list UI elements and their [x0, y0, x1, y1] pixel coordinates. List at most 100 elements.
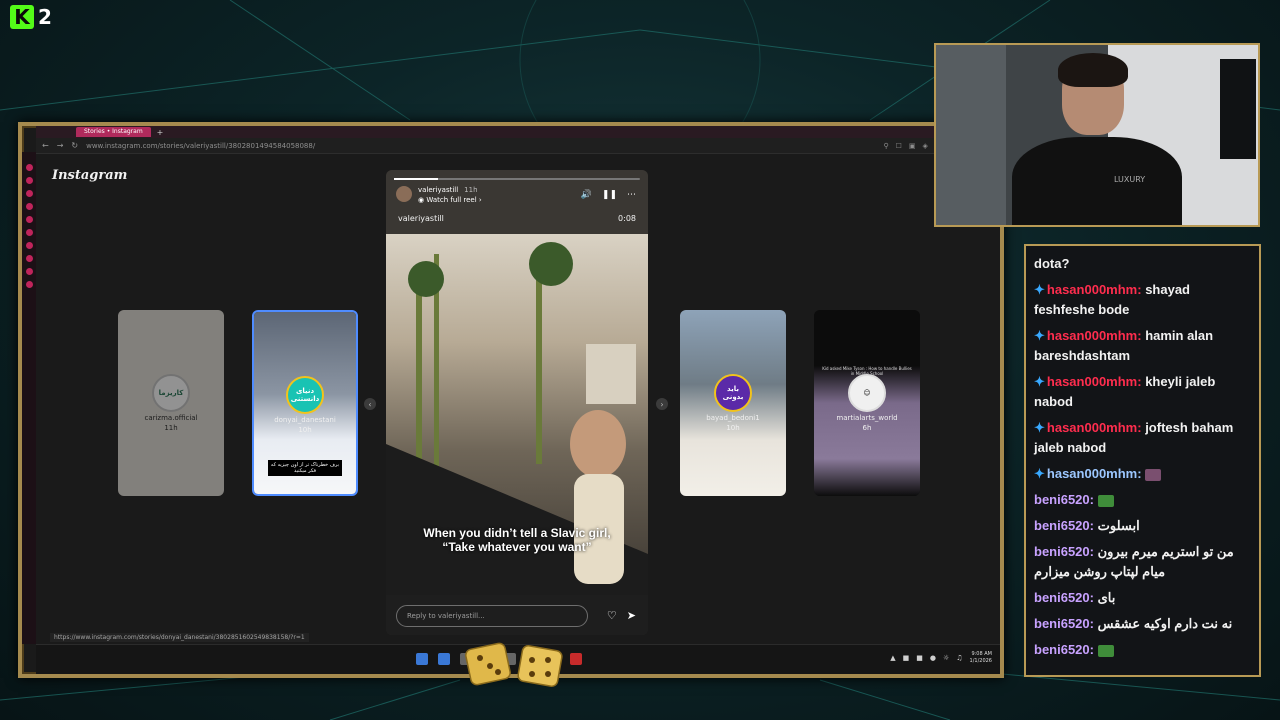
story-card[interactable]: کاریزما carizma.official 11h	[118, 310, 224, 496]
chat-username[interactable]: beni6520:	[1034, 616, 1094, 631]
sidebar-icon[interactable]	[25, 281, 33, 288]
story-caption: برف خطرناک تر از اون چیزیه که فکر میکنید	[268, 460, 342, 476]
more-options-icon[interactable]: ⋯	[627, 190, 636, 200]
emote-icon	[1097, 644, 1114, 657]
sidebar-icon[interactable]	[25, 268, 33, 275]
chat-username[interactable]: hasan000mhm:	[1047, 328, 1142, 343]
chat-message: beni6520: بای	[1034, 588, 1251, 608]
chat-username[interactable]: beni6520:	[1034, 518, 1094, 533]
wifi-icon[interactable]: ☼	[943, 654, 949, 662]
screenshot-icon[interactable]: ▣	[909, 142, 916, 150]
moderator-sword-icon: ✦	[1034, 374, 1045, 389]
like-heart-icon[interactable]: ♡	[607, 609, 617, 622]
volume-icon[interactable]: 🔊	[581, 190, 592, 200]
reply-input[interactable]: Reply to valeriyastill...	[396, 605, 588, 627]
shield-icon[interactable]: ◈	[923, 142, 928, 150]
chat-message: ✦ hasan000mhm: shayad feshfeshe bode	[1034, 280, 1251, 320]
story-caption-line-1: When you didn’t tell a Slavic girl,	[423, 526, 611, 540]
new-tab-button[interactable]: +	[157, 128, 164, 137]
taskbar-clock[interactable]: 9:08 AM 1/1/2026	[970, 651, 992, 665]
story-progress-fill	[394, 178, 439, 180]
sidebar-icon[interactable]	[25, 190, 33, 197]
shirt-text: LUXURY	[1114, 175, 1146, 184]
address-bar: ← → ↻ www.instagram.com/stories/valeriya…	[36, 138, 1000, 154]
story-video-caption: When you didn’t tell a Slavic girl, “Tak…	[396, 526, 638, 554]
kick-k-icon: K	[10, 5, 34, 29]
chat-panel: dota? ✦ hasan000mhm: shayad feshfeshe bod…	[1024, 244, 1261, 677]
chat-text: بای	[1097, 590, 1116, 605]
previous-story-icon[interactable]: ‹	[364, 398, 376, 410]
story-time: 11h	[164, 424, 178, 432]
next-story-icon[interactable]: ›	[656, 398, 668, 410]
screen-capture: Stories • Instagram + ← → ↻ www.instagra…	[18, 122, 1004, 678]
pause-icon[interactable]: ❚❚	[602, 190, 617, 200]
story-username: donyai_danestani	[274, 416, 336, 424]
story-time: 10h	[298, 426, 312, 434]
emote-icon	[1097, 494, 1114, 507]
reload-icon[interactable]: ↻	[71, 141, 78, 150]
sidebar-icon[interactable]	[25, 177, 33, 184]
url-field[interactable]: www.instagram.com/stories/valeriyastill/…	[86, 142, 875, 150]
sidebar-icon[interactable]	[25, 242, 33, 249]
back-icon[interactable]: ←	[42, 141, 49, 150]
share-send-icon[interactable]: ➤	[627, 609, 636, 622]
story-author-avatar[interactable]	[396, 186, 412, 202]
tray-app-icon[interactable]: ■	[903, 654, 910, 662]
story-author[interactable]: valeriyastill 11h	[418, 186, 478, 194]
instagram-logo[interactable]: Instagram	[52, 168, 127, 183]
webcam-monitor	[1220, 59, 1256, 159]
story-card[interactable]: دنیای دانستنی donyai_danestani 10h برف خ…	[252, 310, 358, 496]
streamer-hair	[1058, 53, 1128, 87]
chat-text: ابسلوت	[1097, 518, 1140, 533]
chat-username[interactable]: hasan000mhm:	[1047, 420, 1142, 435]
chat-username[interactable]: hasan000mhm:	[1047, 282, 1142, 297]
watch-full-reel-label[interactable]: Watch full reel	[426, 196, 476, 204]
story-avatar: باید بدونی	[714, 374, 752, 412]
story-username: martialarts_world	[836, 414, 898, 422]
story-caption-line-2: “Take whatever you want”	[442, 540, 592, 554]
taskbar-app-icon[interactable]	[438, 653, 450, 665]
system-tray: ▲ ■ ■ ● ☼ ♫ 9:08 AM 1/1/2026	[890, 651, 992, 665]
sidebar-icon[interactable]	[25, 255, 33, 262]
sidebar-icon[interactable]	[25, 164, 33, 171]
streamer-body	[1012, 137, 1182, 225]
chat-message: beni6520:	[1034, 640, 1251, 660]
story-actions: ♡ ➤	[607, 609, 636, 622]
sidebar-icon[interactable]	[25, 216, 33, 223]
forward-icon[interactable]: →	[57, 141, 64, 150]
chat-message: beni6520: ابسلوت	[1034, 516, 1251, 536]
volume-icon[interactable]: ♫	[956, 654, 962, 662]
story-avatar: کاریزما	[152, 374, 190, 412]
chat-username[interactable]: beni6520:	[1034, 544, 1094, 559]
chat-username[interactable]: beni6520:	[1034, 492, 1094, 507]
story-avatar: ☺	[848, 374, 886, 412]
kick-logo-number: 2	[38, 5, 52, 29]
browser-tab[interactable]: Stories • Instagram	[76, 127, 151, 137]
instagram-page: Instagram کاریزما carizma.official 11h د…	[36, 154, 1000, 644]
story-username: carizma.official	[144, 414, 198, 422]
browser-sidebar	[22, 152, 36, 644]
tray-chevron-icon[interactable]: ▲	[890, 654, 895, 662]
story-card[interactable]: باید بدونی bayad_bedoni1 10h	[680, 310, 786, 496]
chat-message: beni6520: نه نت دارم اوکیه عشقس	[1034, 614, 1251, 634]
story-author-name[interactable]: valeriyastill	[418, 186, 458, 194]
chat-username[interactable]: beni6520:	[1034, 590, 1094, 605]
windows-start-icon[interactable]	[416, 653, 428, 665]
status-bar-url: https://www.instagram.com/stories/donyai…	[50, 633, 309, 642]
zoom-icon[interactable]: ⚲	[884, 142, 889, 150]
moderator-sword-icon: ✦	[1034, 420, 1045, 435]
chat-username[interactable]: hasan000mhm:	[1047, 374, 1142, 389]
taskbar-time: 9:08 AM	[971, 651, 992, 657]
chat-message: beni6520:	[1034, 490, 1251, 510]
chat-username[interactable]: beni6520:	[1034, 642, 1094, 657]
chat-username[interactable]: hasan000mhm:	[1047, 466, 1142, 481]
story-card[interactable]: Kid asked Mike Tyson : How to handle Bul…	[814, 310, 920, 496]
tray-app-icon[interactable]: ●	[930, 654, 936, 662]
bookmark-icon[interactable]: ☐	[896, 142, 902, 150]
sidebar-icon[interactable]	[25, 229, 33, 236]
story-header: valeriyastill 11h ◉ Watch full reel › 🔊 ❚…	[386, 170, 648, 234]
story-duration: 0:08	[618, 214, 636, 223]
watch-full-reel-link[interactable]: ◉ Watch full reel ›	[418, 196, 482, 204]
sidebar-icon[interactable]	[25, 203, 33, 210]
tray-app-icon[interactable]: ■	[916, 654, 923, 662]
